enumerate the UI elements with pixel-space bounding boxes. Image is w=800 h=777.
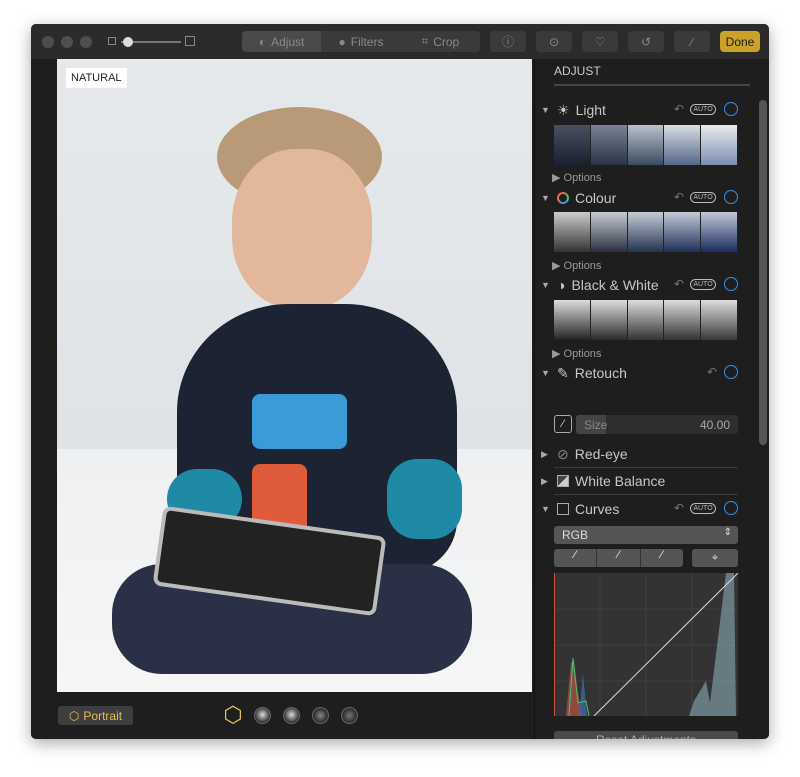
minimize-button[interactable] [61, 36, 73, 48]
close-button[interactable] [42, 36, 54, 48]
size-slider[interactable]: Size 40.00 [576, 415, 738, 434]
tab-filters[interactable]: ● Filters [321, 31, 400, 52]
dino-print [252, 394, 347, 449]
undo-icon[interactable]: ↶ [674, 501, 684, 515]
small-photo-icon [108, 37, 116, 45]
section-colour[interactable]: ▼ Colour [541, 189, 616, 207]
auto-button[interactable]: AUTO [690, 104, 716, 115]
bw-options[interactable]: ▶ Options [552, 347, 601, 360]
size-value: 40.00 [699, 418, 730, 432]
section-curves[interactable]: ▼ Curves [541, 500, 619, 518]
chevron-updown-icon: ⇕ [723, 527, 732, 538]
rotate-button[interactable]: ↺ [628, 31, 664, 52]
undo-icon[interactable]: ↶ [707, 365, 717, 379]
divider [554, 494, 738, 495]
toggle-circle[interactable] [724, 501, 738, 515]
adjust-icon: ◐ [258, 34, 267, 49]
light-slider-strip[interactable] [554, 125, 738, 165]
enhance-button[interactable]: ⁄ [674, 31, 710, 52]
section-light[interactable]: ▼ ☀ Light [541, 101, 606, 119]
tab-crop[interactable]: ⌗ Crop [401, 31, 480, 52]
undo-icon[interactable]: ↶ [674, 277, 684, 291]
eye-slash-icon: ⊘ [557, 445, 569, 462]
divider [554, 84, 750, 86]
section-red-eye[interactable]: ▶ ⊘ Red-eye [541, 445, 628, 463]
cube-icon: ⬡ [68, 708, 80, 723]
info-button[interactable]: ⓘ [490, 31, 526, 52]
lighting-stage-mono-icon[interactable] [341, 707, 358, 724]
toggle-circle[interactable] [724, 190, 738, 204]
disclosure-triangle-icon: ▶ [541, 475, 548, 486]
auto-button[interactable]: AUTO [690, 279, 716, 290]
crop-icon: ⌗ [421, 34, 429, 48]
lighting-stage-icon[interactable] [312, 707, 329, 724]
right-sleeve [387, 459, 462, 539]
section-white-balance[interactable]: ▶ White Balance [541, 472, 665, 490]
brush-button[interactable]: ⁄ [554, 415, 572, 433]
zoom-button[interactable] [80, 36, 92, 48]
lighting-badge: NATURAL [66, 68, 127, 88]
auto-button[interactable]: AUTO [690, 503, 716, 514]
gray-point-eyedropper-icon[interactable]: ⁄ [597, 549, 641, 567]
photo-canvas[interactable]: NATURAL [57, 59, 532, 692]
portrait-button[interactable]: ⬡ Portrait [58, 706, 133, 725]
sun-icon: ☀ [557, 101, 570, 118]
photos-edit-window: ◐ Adjust ● Filters ⌗ Crop ⓘ ⊙ ♡ ↺ ⁄ Done NA… [31, 24, 769, 739]
undo-icon[interactable]: ↶ [674, 190, 684, 204]
undo-icon[interactable]: ↶ [674, 102, 684, 116]
toggle-circle[interactable] [724, 365, 738, 379]
section-retouch[interactable]: ▼ ✎ Retouch [541, 364, 627, 382]
size-label: Size [584, 418, 608, 432]
colour-slider-strip[interactable] [554, 212, 738, 252]
light-options[interactable]: ▶ Options [552, 171, 601, 184]
more-button[interactable]: ⊙ [536, 31, 572, 52]
scrollbar[interactable] [759, 100, 767, 445]
eyedropper-group: ⁄ ⁄ ⁄ [554, 549, 683, 567]
white-balance-icon [557, 475, 569, 487]
done-button[interactable]: Done [720, 31, 760, 52]
disclosure-triangle-icon: ▼ [541, 193, 550, 203]
heart-icon: ♡ [594, 34, 606, 49]
lighting-contour-icon[interactable] [283, 707, 300, 724]
more-icon: ⊙ [548, 34, 560, 49]
adjust-sidebar: ADJUST ▼ ☀ Light ↶ AUTO ▶ Options ▼ Colour … [534, 59, 769, 739]
toggle-circle[interactable] [724, 102, 738, 116]
lighting-natural-icon[interactable]: ⬡ [221, 703, 245, 727]
large-photo-icon [185, 36, 195, 46]
curves-channel-select[interactable]: RGB ⇕ [554, 526, 738, 544]
white-point-eyedropper-icon[interactable]: ⁄ [641, 549, 683, 567]
crosshair-icon: ⌖ [711, 552, 719, 564]
disclosure-triangle-icon: ▼ [541, 280, 550, 290]
colour-options[interactable]: ▶ Options [552, 259, 601, 272]
disclosure-triangle-icon: ▶ [541, 448, 548, 459]
disclosure-triangle-icon: ▼ [541, 504, 550, 514]
favorite-button[interactable]: ♡ [582, 31, 618, 52]
magic-wand-icon: ⁄ [690, 34, 693, 49]
rotate-icon: ↺ [640, 34, 652, 49]
lighting-studio-icon[interactable] [254, 707, 271, 724]
filters-icon: ● [338, 34, 346, 49]
bw-slider-strip[interactable] [554, 300, 738, 340]
colour-wheel-icon [557, 192, 569, 204]
zoom-slider-knob[interactable] [123, 37, 133, 47]
black-point-eyedropper-icon[interactable]: ⁄ [554, 549, 598, 567]
curves-histogram[interactable] [554, 573, 738, 716]
divider [554, 467, 738, 468]
add-point-button[interactable]: ⌖ [692, 549, 738, 567]
bottom-bar: ⬡ Portrait ⬡ [31, 692, 533, 739]
curves-icon [557, 503, 569, 515]
bandage-icon: ✎ [557, 364, 569, 381]
info-icon: ⓘ [501, 35, 514, 49]
toggle-circle[interactable] [724, 277, 738, 291]
auto-button[interactable]: AUTO [690, 192, 716, 203]
disclosure-triangle-icon: ▼ [541, 368, 550, 378]
disclosure-triangle-icon: ▼ [541, 105, 550, 115]
sidebar-title: ADJUST [554, 64, 601, 78]
tab-adjust[interactable]: ◐ Adjust [242, 31, 322, 52]
reset-adjustments-button[interactable]: Reset Adjustments [554, 731, 738, 739]
toolbar: ◐ Adjust ● Filters ⌗ Crop ⓘ ⊙ ♡ ↺ ⁄ Done [31, 24, 769, 59]
section-black-white[interactable]: ▼ ◑ Black & White [541, 276, 659, 294]
half-circle-icon: ◑ [557, 277, 566, 293]
face [232, 149, 372, 309]
